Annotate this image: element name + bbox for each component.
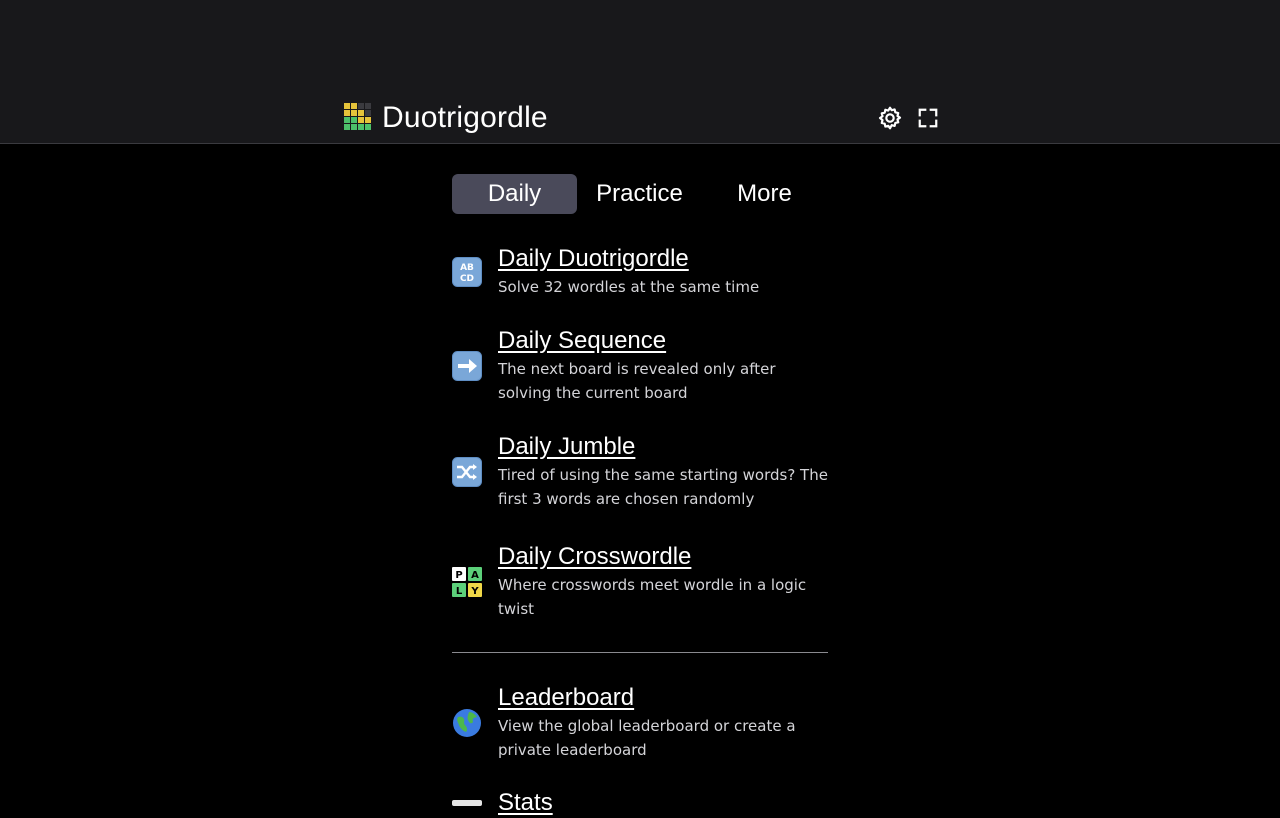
top-bar: Duotrigordle	[0, 0, 1280, 144]
logo-tile	[351, 124, 357, 130]
svg-text:P: P	[455, 570, 462, 581]
logo-tile	[365, 110, 371, 116]
svg-text:A: A	[471, 570, 479, 581]
settings-button[interactable]	[876, 104, 904, 132]
item-description: Solve 32 wordles at the same time	[498, 278, 760, 296]
tab-daily[interactable]: Daily	[452, 174, 577, 214]
app-logo-icon	[344, 103, 374, 133]
abcd-icon: AB CD	[452, 256, 482, 287]
list-item-daily-duotrigordle[interactable]: AB CD Daily Duotrigordle Solve 32 wordle…	[452, 244, 759, 299]
item-title: Leaderboard	[498, 684, 635, 711]
logo-tile	[365, 117, 371, 123]
logo-tile	[365, 124, 371, 130]
logo-tile	[344, 110, 350, 116]
brand[interactable]: Duotrigordle	[344, 100, 548, 136]
svg-text:L: L	[456, 586, 463, 597]
svg-text:Y: Y	[470, 586, 479, 597]
item-description: Where crosswords meet wordle in a logic …	[498, 576, 807, 618]
list-item-daily-sequence[interactable]: Daily Sequence The next board is reveale…	[452, 326, 828, 405]
logo-tile	[358, 110, 364, 116]
item-title: Daily Duotrigordle	[498, 245, 689, 272]
stats-icon	[452, 788, 482, 818]
item-title: Daily Sequence	[498, 327, 667, 354]
logo-tile	[344, 117, 350, 123]
list-item-leaderboard[interactable]: Leaderboard View the global leaderboard …	[452, 683, 808, 762]
section-divider	[452, 652, 828, 653]
item-description: The next board is revealed only after so…	[498, 360, 776, 402]
play-tiles-icon: P A L Y	[452, 566, 482, 597]
tab-more[interactable]: More	[702, 174, 827, 214]
logo-tile	[358, 124, 364, 130]
item-description: View the global leaderboard or create a …	[498, 717, 796, 759]
item-description: Tired of using the same starting words? …	[498, 466, 828, 508]
item-title: Stats	[498, 789, 553, 816]
logo-tile	[358, 103, 364, 109]
list-item-daily-crosswordle[interactable]: P A L Y Daily Crosswordle Where crosswor…	[452, 542, 818, 621]
fullscreen-button[interactable]	[914, 104, 942, 132]
logo-tile	[351, 103, 357, 109]
list-item-daily-jumble[interactable]: Daily Jumble Tired of using the same sta…	[452, 432, 828, 511]
item-title: Daily Crosswordle	[498, 543, 692, 570]
svg-text:AB: AB	[460, 263, 474, 273]
logo-tile	[351, 110, 357, 116]
gear-icon	[878, 106, 902, 130]
logo-tile	[344, 103, 350, 109]
globe-icon	[452, 708, 482, 738]
logo-tile	[351, 117, 357, 123]
right-arrow-icon	[452, 350, 482, 381]
app-title: Duotrigordle	[382, 101, 548, 134]
logo-tile	[365, 103, 371, 109]
svg-text:CD: CD	[460, 274, 474, 284]
item-title: Daily Jumble	[498, 433, 636, 460]
fullscreen-icon	[918, 108, 938, 128]
mode-tabs: Daily Practice More	[452, 174, 828, 214]
list-item-stats[interactable]: Stats	[452, 788, 553, 818]
header-actions	[876, 104, 942, 132]
shuffle-icon	[452, 456, 482, 487]
logo-tile	[358, 117, 364, 123]
tab-practice[interactable]: Practice	[577, 174, 702, 214]
logo-tile	[344, 124, 350, 130]
